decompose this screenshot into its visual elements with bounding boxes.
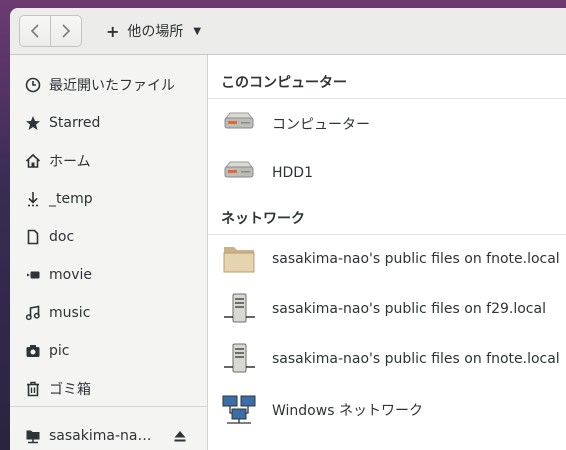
star-icon (25, 115, 41, 131)
location-row-network-share[interactable]: sasakima-nao's public files on fnote.loc… (208, 235, 566, 283)
document-icon (25, 229, 41, 245)
location-row-computer[interactable]: コンピューター (208, 100, 566, 148)
section-header-this-computer: このコンピューター (221, 75, 347, 91)
server-icon (224, 293, 255, 323)
location-row-network-share[interactable]: sasakima-nao's public files on fnote.loc… (208, 335, 566, 383)
sidebar-divider (10, 406, 207, 407)
other-locations-button[interactable]: + 他の場所 ▼ (98, 16, 209, 46)
harddisk-icon (224, 161, 254, 178)
section-divider (208, 98, 566, 99)
music-icon (25, 305, 41, 321)
nav-button-group (19, 15, 82, 47)
folder-icon (223, 247, 255, 273)
sidebar-item-doc[interactable]: doc (10, 219, 207, 255)
sidebar-item-movie[interactable]: movie (10, 257, 207, 293)
eject-icon[interactable] (173, 429, 187, 443)
server-icon (224, 343, 255, 373)
video-icon (25, 267, 41, 283)
location-label: sasakima-nao's public files on f29.local (272, 301, 546, 317)
location-label: コンピューター (272, 117, 370, 133)
sidebar-item-recent[interactable]: 最近開いたファイル (10, 67, 207, 103)
camera-icon (25, 343, 41, 359)
chevron-left-icon (30, 24, 39, 38)
network-drive-icon (25, 428, 41, 444)
download-icon (25, 191, 41, 207)
harddisk-icon (224, 112, 254, 129)
sidebar-item-label: pic (49, 343, 70, 359)
location-row-windows-network[interactable]: Windows ネットワーク (208, 386, 566, 434)
sidebar-item-label: sasakima-na… (49, 428, 152, 444)
other-locations-view: このコンピューター コンピューター HDD1 ネットワーク sasakima-n… (208, 55, 566, 450)
location-label: 他の場所 (127, 24, 184, 40)
sidebar-item-starred[interactable]: Starred (10, 105, 207, 141)
sidebar-item-label: ホーム (49, 154, 91, 170)
sidebar: 最近開いたファイル Starred ホーム _temp doc movie mu… (10, 55, 208, 450)
section-header-network: ネットワーク (221, 211, 305, 227)
network-computers-icon (222, 395, 256, 424)
location-label: Windows ネットワーク (272, 403, 423, 419)
location-label: HDD1 (272, 165, 313, 181)
sidebar-item-mounted-share[interactable]: sasakima-na… (10, 418, 207, 450)
clock-icon (25, 77, 41, 93)
location-row-network-share[interactable]: sasakima-nao's public files on f29.local (208, 285, 566, 333)
sidebar-item-label: movie (49, 267, 92, 283)
sidebar-item-label: doc (49, 229, 75, 245)
sidebar-item-pic[interactable]: pic (10, 333, 207, 369)
sidebar-item-temp[interactable]: _temp (10, 181, 207, 217)
trash-icon (25, 381, 41, 397)
sidebar-item-trash[interactable]: ゴミ箱 (10, 371, 207, 407)
location-row-hdd1[interactable]: HDD1 (208, 149, 566, 197)
caret-down-icon: ▼ (193, 25, 202, 37)
sidebar-item-label: 最近開いたファイル (49, 78, 175, 94)
sidebar-item-label: _temp (49, 191, 93, 207)
back-button[interactable] (20, 16, 50, 46)
location-label: sasakima-nao's public files on fnote.loc… (272, 351, 560, 367)
sidebar-item-label: music (49, 305, 91, 321)
location-label: sasakima-nao's public files on fnote.loc… (272, 251, 560, 267)
header-bar: + 他の場所 ▼ (10, 8, 566, 55)
chevron-right-icon (62, 24, 71, 38)
sidebar-item-label: Starred (49, 115, 101, 131)
sidebar-item-label: ゴミ箱 (49, 382, 91, 398)
sidebar-item-home[interactable]: ホーム (10, 143, 207, 179)
home-icon (25, 153, 41, 169)
file-manager-window: + 他の場所 ▼ 最近開いたファイル Starred ホーム _temp doc… (10, 8, 566, 450)
plus-icon: + (106, 21, 120, 41)
forward-button[interactable] (50, 16, 81, 46)
sidebar-item-music[interactable]: music (10, 295, 207, 331)
